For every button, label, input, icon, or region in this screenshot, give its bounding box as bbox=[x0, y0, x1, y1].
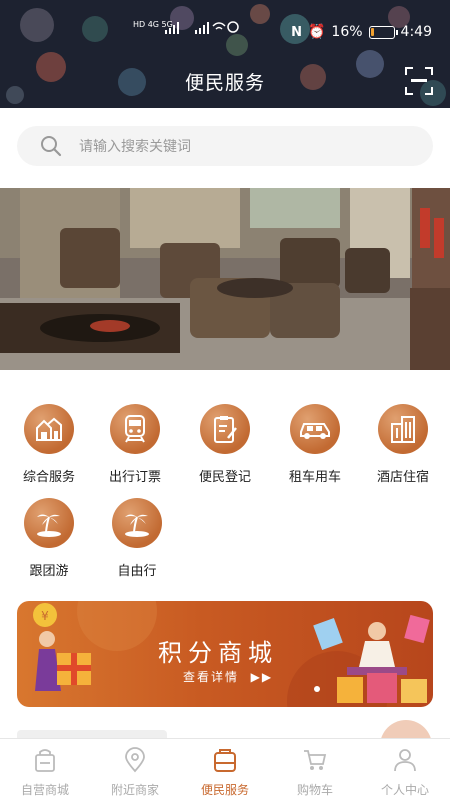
cart-icon bbox=[304, 750, 327, 770]
points-mall-banner[interactable]: ¥ 积分商城 查看详情 ▶▶ bbox=[17, 601, 433, 707]
nfc-icon: N bbox=[291, 24, 302, 40]
service-item[interactable]: 跟团游 bbox=[4, 498, 94, 579]
service-label: 便民登记 bbox=[198, 470, 251, 485]
promo-subtitle: 查看详情 bbox=[183, 670, 240, 684]
clipboard-icon bbox=[200, 404, 250, 454]
tab-label: 附近商家 bbox=[110, 783, 159, 797]
page-title: 便民服务 bbox=[184, 72, 265, 94]
service-item[interactable]: 综合服务 bbox=[4, 404, 94, 485]
tab-cart[interactable]: 购物车 bbox=[270, 739, 360, 800]
network-indicators: HD 4G 5G bbox=[133, 20, 239, 34]
shop-bag-icon bbox=[35, 749, 55, 772]
tab-label: 自营商城 bbox=[20, 783, 69, 797]
service-label: 租车用车 bbox=[288, 470, 341, 485]
status-bar: HD 4G 5G N ⏰ 16% 4:49 bbox=[0, 0, 450, 64]
buildings-icon bbox=[378, 404, 428, 454]
service-label: 跟团游 bbox=[29, 564, 69, 579]
tab-label: 便民服务 bbox=[200, 783, 249, 797]
service-box-icon bbox=[214, 749, 236, 772]
service-item[interactable]: 租车用车 bbox=[270, 404, 360, 485]
search-icon bbox=[41, 136, 62, 157]
car-icon bbox=[290, 404, 340, 454]
alarm-icon: ⏰ bbox=[307, 24, 326, 40]
houses-icon bbox=[24, 404, 74, 454]
tab-nearby[interactable]: 附近商家 bbox=[90, 739, 180, 800]
svg-text:¥: ¥ bbox=[41, 609, 49, 623]
promo-title: 积分商城 bbox=[158, 639, 278, 667]
tab-profile[interactable]: 个人中心 bbox=[360, 739, 450, 800]
scan-icon[interactable] bbox=[404, 66, 434, 96]
hotel-lobby-banner[interactable] bbox=[0, 188, 450, 370]
location-pin-icon bbox=[125, 747, 145, 773]
tab-label: 购物车 bbox=[296, 783, 333, 797]
train-icon bbox=[110, 404, 160, 454]
tab-self-mall[interactable]: 自营商城 bbox=[0, 739, 90, 800]
service-item[interactable]: 自由行 bbox=[92, 498, 182, 579]
signal-icon bbox=[165, 21, 239, 34]
app-header: HD 4G 5G N ⏰ 16% 4:49 便民服务 bbox=[0, 0, 450, 108]
service-item[interactable]: 便民登记 bbox=[180, 404, 270, 485]
tab-label: 个人中心 bbox=[380, 783, 429, 797]
clock: 4:49 bbox=[400, 24, 432, 40]
service-label: 综合服务 bbox=[22, 470, 75, 485]
promo-details-link[interactable]: 查看详情 ▶▶ bbox=[183, 668, 273, 685]
status-right: N ⏰ 16% 4:49 bbox=[291, 24, 432, 40]
tab-convenience-service[interactable]: 便民服务 bbox=[180, 739, 270, 800]
service-label: 酒店住宿 bbox=[376, 470, 429, 485]
palm-island-icon bbox=[112, 498, 162, 548]
service-label: 出行订票 bbox=[108, 470, 161, 485]
bottom-tab-bar: 自营商城 附近商家 便民服务 购物车 个人中心 bbox=[0, 738, 450, 800]
battery-percent: 16% bbox=[331, 24, 363, 40]
service-item[interactable]: 酒店住宿 bbox=[358, 404, 448, 485]
search-bar[interactable]: 请输入搜索关键词 bbox=[17, 126, 433, 166]
service-label: 自由行 bbox=[117, 564, 157, 579]
play-arrows-icon: ▶▶ bbox=[244, 670, 274, 684]
palm-island-icon bbox=[24, 498, 74, 548]
search-placeholder: 请输入搜索关键词 bbox=[79, 139, 191, 155]
person-icon bbox=[394, 749, 416, 772]
hotel-lobby-photo bbox=[0, 188, 450, 370]
battery-icon bbox=[368, 25, 398, 39]
service-item[interactable]: 出行订票 bbox=[90, 404, 180, 485]
